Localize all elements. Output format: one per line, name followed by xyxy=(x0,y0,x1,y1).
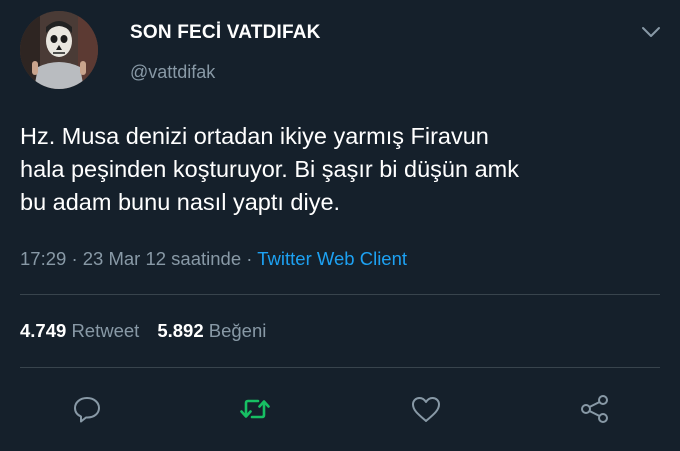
tweet-text: Hz. Musa denizi ortadan ikiye yarmış Fir… xyxy=(20,120,670,219)
tweet-text-line: Hz. Musa denizi ortadan ikiye yarmış Fir… xyxy=(20,123,489,149)
like-count: 5.892 xyxy=(157,320,204,341)
user-handle[interactable]: @vattdifak xyxy=(130,62,215,83)
avatar[interactable] xyxy=(20,11,98,89)
client-link[interactable]: Twitter Web Client xyxy=(257,248,407,269)
like-icon xyxy=(412,397,440,422)
retweet-label: Retweet xyxy=(71,320,140,341)
engagement-stats: 4.749 Retweet 5.892 Beğeni xyxy=(20,320,266,342)
like-count-link[interactable]: 5.892 Beğeni xyxy=(157,320,266,341)
tweet-time[interactable]: 17:29 xyxy=(20,248,66,269)
retweet-button[interactable] xyxy=(238,392,272,426)
reply-button[interactable] xyxy=(70,392,104,426)
retweet-icon xyxy=(240,399,270,419)
divider xyxy=(20,367,660,368)
tweet-date[interactable]: 23 Mar 12 saatinde xyxy=(83,248,241,269)
reply-icon xyxy=(74,397,100,423)
retweet-count: 4.749 xyxy=(20,320,67,341)
tweet-card: SON FECİ VATDIFAK @vattdifak Hz. Musa de… xyxy=(0,0,680,451)
chevron-down-icon[interactable] xyxy=(640,24,662,40)
divider xyxy=(20,294,660,295)
tweet-text-line: hala peşinden koşturuyor. Bi şaşır bi dü… xyxy=(20,156,519,182)
share-icon xyxy=(581,395,608,423)
share-button[interactable] xyxy=(578,392,612,426)
tweet-meta: 17:29 · 23 Mar 12 saatinde · Twitter Web… xyxy=(20,248,407,270)
tweet-text-line: bu adam bunu nasıl yaptı diye. xyxy=(20,189,341,215)
display-name[interactable]: SON FECİ VATDIFAK xyxy=(130,22,321,44)
like-label: Beğeni xyxy=(208,320,267,341)
meta-separator: · xyxy=(71,248,78,269)
retweet-count-link[interactable]: 4.749 Retweet xyxy=(20,320,139,341)
meta-separator: · xyxy=(246,248,253,269)
like-button[interactable] xyxy=(409,392,443,426)
